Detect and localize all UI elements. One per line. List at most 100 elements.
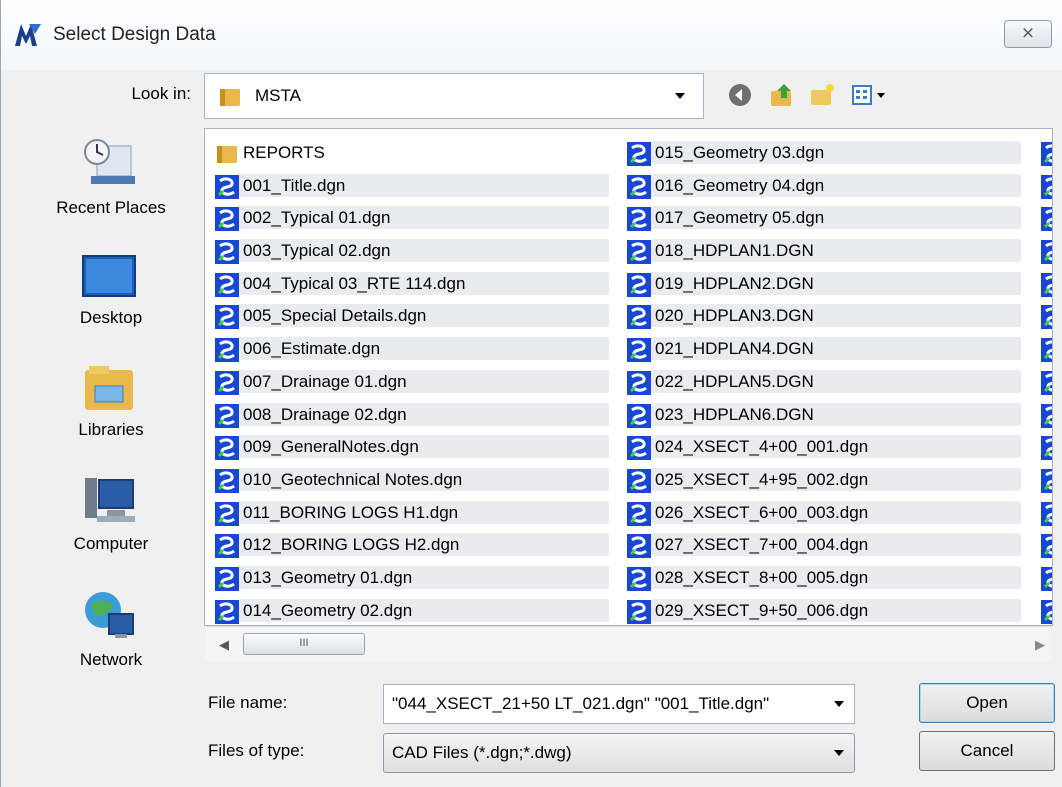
file-list-item[interactable]: 027_XSECT_7+00_004.dgn <box>623 531 1033 564</box>
file-list-item[interactable] <box>1037 270 1052 303</box>
file-list-item[interactable]: 023_HDPLAN6.DGN <box>623 401 1033 434</box>
file-list-item[interactable]: 015_Geometry 03.dgn <box>623 139 1033 172</box>
dgn-file-icon <box>1041 436 1052 461</box>
file-name-text: 022_HDPLAN5.DGN <box>651 369 1021 393</box>
file-list-item[interactable] <box>1037 597 1052 625</box>
look-in-dropdown[interactable]: MSTA <box>204 73 704 119</box>
file-list-item[interactable]: REPORTS <box>211 139 621 172</box>
place-network[interactable]: Network <box>31 586 191 696</box>
file-list-item[interactable]: 010_Geotechnical Notes.dgn <box>211 466 621 499</box>
file-name-text: 018_HDPLAN1.DGN <box>651 239 1021 263</box>
new-folder-icon[interactable] <box>809 82 835 108</box>
file-name-text: 013_Geometry 01.dgn <box>239 565 609 589</box>
file-name-field[interactable]: "044_XSECT_21+50 LT_021.dgn" "001_Title.… <box>383 684 855 724</box>
place-desktop[interactable]: Desktop <box>31 244 191 354</box>
file-list-item[interactable]: 020_HDPLAN3.DGN <box>623 302 1033 335</box>
look-in-label: Look in: <box>131 84 191 103</box>
dgn-file-icon <box>215 436 239 461</box>
file-list-item[interactable] <box>1037 433 1052 466</box>
file-list-item[interactable] <box>1037 368 1052 401</box>
dgn-file-icon <box>627 501 651 526</box>
file-list-item[interactable] <box>1037 531 1052 564</box>
place-recent-places[interactable]: Recent Places <box>31 134 191 244</box>
view-menu-icon[interactable] <box>851 82 891 108</box>
file-list-item[interactable] <box>1037 466 1052 499</box>
place-computer[interactable]: Computer <box>31 470 191 580</box>
file-list-item[interactable]: 003_Typical 02.dgn <box>211 237 621 270</box>
file-name-text: 009_GeneralNotes.dgn <box>239 435 609 459</box>
dgn-file-icon <box>627 240 651 265</box>
dgn-file-icon <box>215 534 239 559</box>
dgn-file-icon <box>215 240 239 265</box>
dgn-file-icon <box>1041 207 1052 232</box>
file-list-item[interactable] <box>1037 335 1052 368</box>
file-list-item[interactable]: 029_XSECT_9+50_006.dgn <box>623 597 1033 625</box>
file-list-item[interactable]: 028_XSECT_8+00_005.dgn <box>623 564 1033 597</box>
place-label: Recent Places <box>56 198 166 217</box>
file-list-item[interactable]: 004_Typical 03_RTE 114.dgn <box>211 270 621 303</box>
file-list-item[interactable] <box>1037 204 1052 237</box>
file-list-item[interactable] <box>1037 302 1052 335</box>
dgn-file-icon <box>215 599 239 624</box>
file-list-item[interactable]: 002_Typical 01.dgn <box>211 204 621 237</box>
open-button[interactable]: Open <box>919 683 1055 723</box>
file-list-item[interactable]: 019_HDPLAN2.DGN <box>623 270 1033 303</box>
file-list-item[interactable] <box>1037 139 1052 172</box>
files-of-type-dropdown[interactable]: CAD Files (*.dgn;*.dwg) <box>383 733 855 773</box>
dgn-file-icon <box>1041 370 1052 395</box>
chevron-down-icon[interactable] <box>675 93 685 99</box>
scrollbar-thumb[interactable]: III <box>243 633 365 655</box>
file-list-item[interactable]: 008_Drainage 02.dgn <box>211 401 621 434</box>
file-list-item[interactable]: 012_BORING LOGS H2.dgn <box>211 531 621 564</box>
recent-places-icon <box>84 139 135 184</box>
file-list-item[interactable]: 026_XSECT_6+00_003.dgn <box>623 499 1033 532</box>
file-list-item[interactable] <box>1037 172 1052 205</box>
file-list-item[interactable]: 013_Geometry 01.dgn <box>211 564 621 597</box>
file-name-value[interactable]: "044_XSECT_21+50 LT_021.dgn" "001_Title.… <box>392 694 812 714</box>
file-list-item[interactable] <box>1037 237 1052 270</box>
computer-icon <box>85 478 135 522</box>
dgn-file-icon <box>627 338 651 363</box>
file-list-item[interactable]: 024_XSECT_4+00_001.dgn <box>623 433 1033 466</box>
file-list-item[interactable]: 017_Geometry 05.dgn <box>623 204 1033 237</box>
file-list-item[interactable]: 007_Drainage 01.dgn <box>211 368 621 401</box>
file-column-2: 015_Geometry 03.dgn 016_Geometry 04.dgn 01… <box>623 139 1033 625</box>
file-name-text: 001_Title.dgn <box>239 173 609 197</box>
folder-icon <box>220 89 240 106</box>
file-list-item[interactable]: 001_Title.dgn <box>211 172 621 205</box>
file-list-item[interactable]: 016_Geometry 04.dgn <box>623 172 1033 205</box>
file-list-item[interactable]: 009_GeneralNotes.dgn <box>211 433 621 466</box>
scrollbar-grip: III <box>299 637 309 649</box>
place-libraries[interactable]: Libraries <box>31 356 191 466</box>
scroll-left-icon[interactable]: ◀ <box>219 637 229 653</box>
file-name-text: 027_XSECT_7+00_004.dgn <box>651 533 1021 557</box>
file-name-text: 024_XSECT_4+00_001.dgn <box>651 435 1021 459</box>
file-list-item[interactable]: 022_HDPLAN5.DGN <box>623 368 1033 401</box>
chevron-down-icon[interactable] <box>834 701 844 707</box>
horizontal-scrollbar[interactable]: ◀ III ▶ <box>205 626 1052 661</box>
dgn-file-icon <box>1041 501 1052 526</box>
file-list-item[interactable]: 021_HDPLAN4.DGN <box>623 335 1033 368</box>
dgn-file-icon <box>627 599 651 624</box>
cancel-button[interactable]: Cancel <box>919 731 1055 771</box>
up-folder-icon[interactable] <box>769 82 795 108</box>
file-list-item[interactable]: 011_BORING LOGS H1.dgn <box>211 499 621 532</box>
file-list-item[interactable] <box>1037 564 1052 597</box>
dgn-file-icon <box>215 370 239 395</box>
back-icon[interactable] <box>727 82 753 108</box>
dgn-file-icon <box>215 468 239 493</box>
file-list-item[interactable] <box>1037 499 1052 532</box>
file-list-item[interactable]: 014_Geometry 02.dgn <box>211 597 621 625</box>
file-list-item[interactable]: 005_Special Details.dgn <box>211 302 621 335</box>
scroll-right-icon[interactable]: ▶ <box>1035 637 1045 653</box>
file-list-item[interactable]: 018_HDPLAN1.DGN <box>623 237 1033 270</box>
close-button[interactable]: ⨯ <box>1004 20 1052 48</box>
file-list[interactable]: REPORTS 001_Title.dgn 002_Typical 01.dgn 00… <box>204 128 1053 626</box>
file-name-text: 003_Typical 02.dgn <box>239 239 609 263</box>
network-icon <box>85 592 134 638</box>
file-list-item[interactable] <box>1037 401 1052 434</box>
file-name-text: 005_Special Details.dgn <box>239 304 609 328</box>
file-list-item[interactable]: 025_XSECT_4+95_002.dgn <box>623 466 1033 499</box>
chevron-down-icon[interactable] <box>834 750 844 756</box>
file-list-item[interactable]: 006_Estimate.dgn <box>211 335 621 368</box>
